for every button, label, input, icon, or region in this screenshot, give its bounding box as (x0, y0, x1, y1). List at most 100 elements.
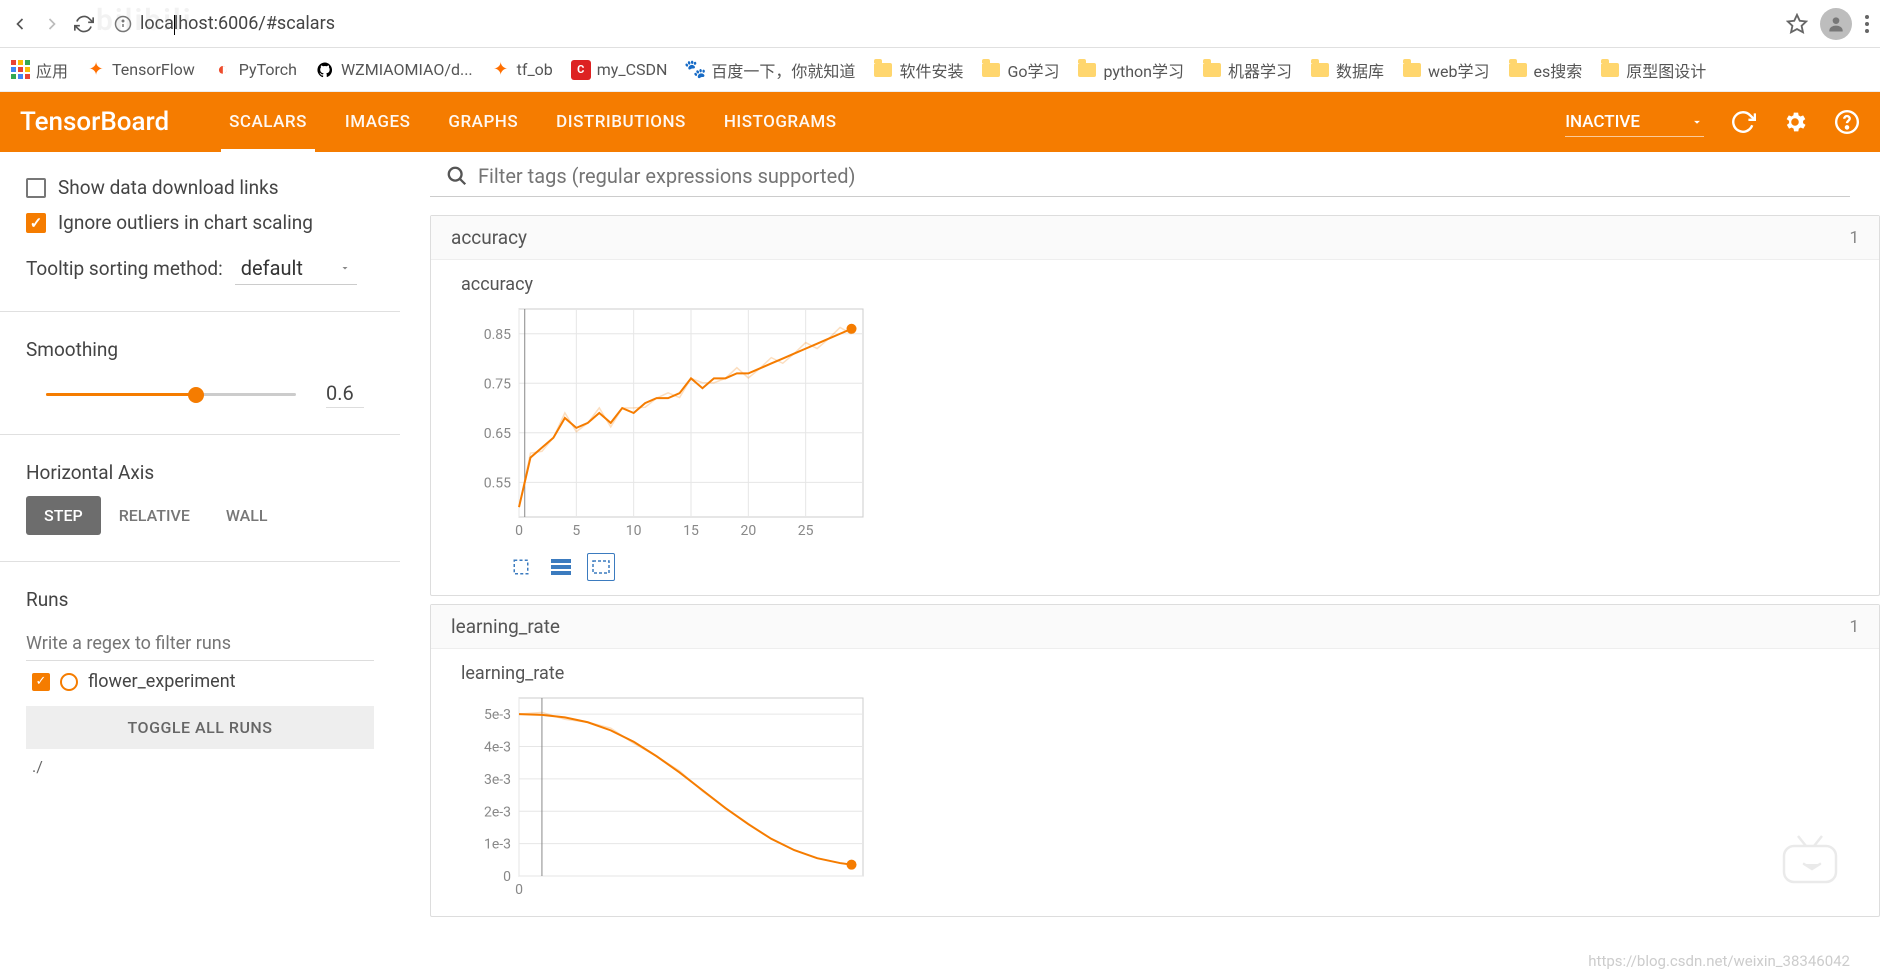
content-area: accuracy 1 accuracy 05101520250.550.650.… (400, 152, 1880, 980)
tab-histograms[interactable]: HISTOGRAMS (724, 92, 837, 152)
svg-text:0: 0 (503, 869, 511, 885)
chart-toolbar (507, 553, 1849, 581)
menu-icon[interactable] (1864, 14, 1870, 34)
back-icon[interactable] (10, 14, 30, 34)
bookmark-item[interactable]: ✦tf_ob (491, 60, 553, 80)
url-text: localhost:6006/#scalars (140, 13, 335, 34)
panel-header[interactable]: learning_rate 1 (431, 605, 1879, 649)
axis-btn-wall[interactable]: WALL (208, 496, 286, 535)
svg-text:2e-3: 2e-3 (484, 804, 511, 820)
checkbox-icon[interactable] (26, 178, 46, 198)
app-header: TensorBoard SCALARS IMAGES GRAPHS DISTRIBUT… (0, 92, 1880, 152)
svg-text:3e-3: 3e-3 (484, 772, 511, 788)
address-bar[interactable]: bilibili localhost:6006/#scalars (106, 13, 1774, 34)
svg-text:10: 10 (626, 523, 642, 539)
bookmark-item[interactable]: 应用 (10, 58, 68, 82)
tab-graphs[interactable]: GRAPHS (448, 92, 518, 152)
toggle-all-runs-button[interactable]: TOGGLE ALL RUNS (26, 706, 374, 749)
run-checkbox-icon[interactable] (32, 673, 50, 691)
run-color-icon (60, 673, 78, 691)
nav-tabs: SCALARS IMAGES GRAPHS DISTRIBUTIONS HISTOGRA… (229, 92, 836, 152)
tooltip-sorting-row: Tooltip sorting method: default (26, 252, 374, 285)
runs-filter-input[interactable] (26, 627, 374, 661)
bookmark-item[interactable]: Cmy_CSDN (571, 60, 668, 80)
ignore-outliers-row[interactable]: Ignore outliers in chart scaling (0, 205, 400, 240)
divider (0, 561, 400, 562)
status-label: INACTIVE (1565, 112, 1640, 132)
checkbox-checked-icon[interactable] (26, 213, 46, 233)
bookmark-item[interactable]: ◐PyTorch (213, 60, 297, 80)
chart-block: accuracy 05101520250.550.650.750.85 (431, 260, 1879, 595)
bookmark-item[interactable]: 软件安装 (873, 58, 963, 82)
svg-text:1e-3: 1e-3 (484, 837, 511, 853)
divider (0, 311, 400, 312)
bookmark-item[interactable]: ✦TensorFlow (86, 60, 195, 80)
svg-text:0.55: 0.55 (484, 475, 511, 491)
avatar[interactable] (1820, 8, 1852, 40)
app-title: TensorBoard (20, 107, 169, 137)
watermark-logo (1780, 832, 1840, 890)
bookmark-item[interactable]: 机器学习 (1202, 58, 1292, 82)
reload-icon[interactable] (74, 14, 94, 34)
panel-learning_rate: learning_rate 1 learning_rate 00 1e-3 2e-3… (430, 604, 1880, 917)
tooltip-select[interactable]: default (235, 252, 357, 285)
bookmark-item[interactable]: 数据库 (1310, 58, 1384, 82)
svg-text:0.85: 0.85 (484, 327, 511, 343)
refresh-icon[interactable] (1730, 109, 1756, 135)
help-icon[interactable] (1834, 109, 1860, 135)
lines-icon[interactable] (547, 553, 575, 581)
info-icon[interactable] (114, 15, 132, 33)
panel-title: learning_rate (451, 615, 560, 638)
fit-icon[interactable] (587, 553, 615, 581)
bookmark-item[interactable]: WZMIAOMIAO/d... (315, 60, 473, 80)
expand-icon[interactable] (507, 553, 535, 581)
tab-distributions[interactable]: DISTRIBUTIONS (556, 92, 686, 152)
tab-images[interactable]: IMAGES (345, 92, 410, 152)
bookmarks-bar: 应用 ✦TensorFlow ◐PyTorch WZMIAOMIAO/d... ✦tf_… (0, 48, 1880, 92)
tab-scalars[interactable]: SCALARS (229, 92, 307, 152)
tag-filter-input[interactable] (478, 164, 1834, 188)
runs-path: ./ (26, 749, 374, 784)
bookmark-item[interactable]: 原型图设计 (1600, 58, 1706, 82)
sidebar: Show data download links Ignore outliers… (0, 152, 400, 980)
bookmark-item[interactable]: python学习 (1077, 58, 1183, 82)
axis-label: Horizontal Axis (26, 461, 374, 484)
watermark-text: https://blog.csdn.net/weixin_38346042 (1588, 952, 1850, 970)
checkbox-label: Show data download links (58, 176, 279, 199)
bookmark-item[interactable]: 🐾百度一下，你就知道 (685, 58, 855, 82)
filter-row (430, 164, 1850, 197)
bookmark-item[interactable]: es搜索 (1508, 58, 1583, 82)
bookmark-item[interactable]: Go学习 (981, 58, 1059, 82)
browser-toolbar: bilibili localhost:6006/#scalars (0, 0, 1880, 48)
chart-title: learning_rate (461, 663, 1849, 684)
panel-title: accuracy (451, 226, 527, 249)
panel-accuracy: accuracy 1 accuracy 05101520250.550.650.… (430, 215, 1880, 596)
smoothing-slider[interactable] (46, 393, 296, 396)
tooltip-label: Tooltip sorting method: (26, 257, 223, 280)
runs-label: Runs (26, 588, 374, 611)
run-item[interactable]: flower_experiment (26, 661, 374, 702)
smoothing-label: Smoothing (26, 338, 374, 361)
chart-block: learning_rate 001e-32e-33e-34e-35e-3 (431, 649, 1879, 916)
svg-text:0.75: 0.75 (484, 376, 511, 392)
select-value: default (241, 256, 303, 280)
svg-text:0: 0 (515, 882, 523, 898)
show-download-links-row[interactable]: Show data download links (0, 170, 400, 205)
gear-icon[interactable] (1782, 109, 1808, 135)
chevron-down-icon (339, 262, 351, 274)
bookmark-item[interactable]: web学习 (1402, 58, 1490, 82)
panel-header[interactable]: accuracy 1 (431, 216, 1879, 260)
svg-text:15: 15 (683, 523, 699, 539)
svg-text:0.65: 0.65 (484, 426, 511, 442)
text-cursor (174, 15, 175, 35)
reload-status-select[interactable]: INACTIVE (1565, 108, 1704, 137)
svg-text:5e-3: 5e-3 (484, 707, 511, 723)
forward-icon[interactable] (42, 14, 62, 34)
svg-text:20: 20 (740, 523, 756, 539)
panel-count: 1 (1849, 617, 1859, 637)
star-icon[interactable] (1786, 13, 1808, 35)
axis-btn-relative[interactable]: RELATIVE (101, 496, 208, 535)
chevron-down-icon (1690, 115, 1704, 129)
axis-btn-step[interactable]: STEP (26, 496, 101, 535)
smoothing-value[interactable]: 0.6 (326, 381, 364, 408)
